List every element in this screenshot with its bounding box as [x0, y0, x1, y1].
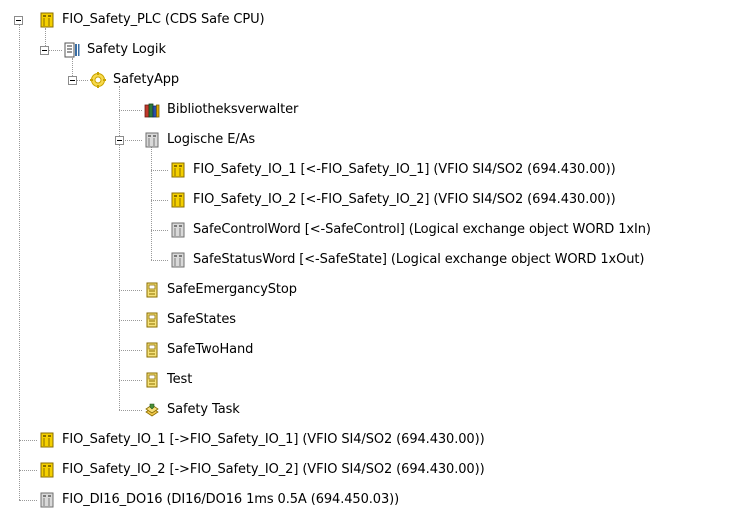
- task-icon: [144, 402, 160, 418]
- tree-item-label: FIO_Safety_IO_2 [<-FIO_Safety_IO_2] (VFI…: [193, 192, 616, 207]
- io-device-icon: [39, 432, 55, 448]
- tree-connector-h: [119, 110, 142, 111]
- tree-item-label: Safety Logik: [87, 42, 166, 57]
- tree-connector-h: [19, 440, 37, 441]
- tree-item[interactable]: FIO_Safety_IO_1 [<-FIO_Safety_IO_1] (VFI…: [170, 158, 616, 182]
- tree-item[interactable]: FIO_Safety_IO_2 [<-FIO_Safety_IO_2] (VFI…: [170, 188, 616, 212]
- io-device-icon: [39, 462, 55, 478]
- tree-connector-h: [119, 320, 142, 321]
- tree-item-label: FIO_Safety_IO_1 [->FIO_Safety_IO_1] (VFI…: [62, 432, 485, 447]
- io-device-icon: [170, 162, 186, 178]
- generic-device-icon: [39, 492, 55, 508]
- application-icon: [64, 42, 80, 58]
- tree-connector-h: [151, 230, 168, 231]
- tree-item[interactable]: FIO_DI16_DO16 (DI16/DO16 1ms 0.5A (694.4…: [39, 488, 399, 512]
- pou-icon: [144, 282, 160, 298]
- tree-item[interactable]: FIO_Safety_PLC (CDS Safe CPU): [39, 8, 265, 32]
- pou-icon: [144, 372, 160, 388]
- tree-item[interactable]: SafeTwoHand: [144, 338, 253, 362]
- tree-connector-h: [19, 470, 37, 471]
- expand-toggle-safety-logik[interactable]: [40, 46, 49, 55]
- tree-item[interactable]: Test: [144, 368, 192, 392]
- tree-connector-h: [151, 260, 168, 261]
- expand-toggle-safetyapp[interactable]: [68, 76, 77, 85]
- library-manager-icon: [144, 102, 160, 118]
- tree-item-label: Test: [167, 372, 193, 387]
- tree-connector-h: [119, 380, 142, 381]
- tree-connector-h: [119, 350, 142, 351]
- tree-item[interactable]: SafetyApp: [90, 68, 179, 92]
- tree-connector-root: [19, 24, 20, 500]
- exchange-object-icon: [170, 222, 186, 238]
- io-device-icon: [170, 192, 186, 208]
- safety-app-icon: [90, 72, 106, 88]
- tree-connector-l3: [119, 86, 120, 410]
- exchange-object-icon: [170, 252, 186, 268]
- tree-item[interactable]: Safety Task: [144, 398, 240, 422]
- tree-item-label: FIO_Safety_IO_1 [<-FIO_Safety_IO_1] (VFI…: [193, 162, 616, 177]
- tree-item-label: FIO_DI16_DO16 (DI16/DO16 1ms 0.5A (694.4…: [62, 492, 400, 507]
- expand-toggle-logische-eas[interactable]: [115, 136, 124, 145]
- tree-item-label: FIO_Safety_IO_2 [->FIO_Safety_IO_2] (VFI…: [62, 462, 485, 477]
- tree-connector-h: [119, 410, 142, 411]
- pou-icon: [144, 312, 160, 328]
- tree-item-label: SafeControlWord [<-SafeControl] (Logical…: [193, 222, 651, 237]
- tree-item-label: Bibliotheksverwalter: [167, 102, 299, 117]
- tree-item-label: SafeStatusWord [<-SafeState] (Logical ex…: [193, 252, 645, 267]
- tree-item[interactable]: Bibliotheksverwalter: [144, 98, 298, 122]
- expand-toggle-fio-safety-plc[interactable]: [14, 16, 23, 25]
- tree-item-label: Logische E/As: [167, 132, 256, 147]
- tree-item[interactable]: Logische E/As: [144, 128, 255, 152]
- tree-item[interactable]: SafeControlWord [<-SafeControl] (Logical…: [170, 218, 651, 242]
- plc-device-icon: [39, 12, 55, 28]
- tree-connector-h: [19, 500, 37, 501]
- tree-item[interactable]: Safety Logik: [64, 38, 166, 62]
- project-tree: FIO_Safety_PLC (CDS Safe CPU) Safety Logi…: [0, 0, 749, 513]
- tree-item-label: Safety Task: [167, 402, 240, 417]
- tree-connector-h: [151, 170, 168, 171]
- tree-item[interactable]: SafeStates: [144, 308, 236, 332]
- tree-item-label: SafeEmergancyStop: [167, 282, 297, 297]
- tree-item[interactable]: FIO_Safety_IO_2 [->FIO_Safety_IO_2] (VFI…: [39, 458, 485, 482]
- tree-connector-h: [151, 200, 168, 201]
- tree-item-label: FIO_Safety_PLC (CDS Safe CPU): [62, 12, 265, 27]
- logical-io-folder-icon: [144, 132, 160, 148]
- tree-connector-h: [119, 290, 142, 291]
- tree-item[interactable]: SafeEmergancyStop: [144, 278, 297, 302]
- tree-item-label: SafeTwoHand: [167, 342, 254, 357]
- tree-item-label: SafeStates: [167, 312, 236, 327]
- tree-item[interactable]: SafeStatusWord [<-SafeState] (Logical ex…: [170, 248, 644, 272]
- tree-connector-l4: [151, 146, 152, 260]
- tree-item-label: SafetyApp: [113, 72, 180, 87]
- tree-item[interactable]: FIO_Safety_IO_1 [->FIO_Safety_IO_1] (VFI…: [39, 428, 485, 452]
- pou-icon: [144, 342, 160, 358]
